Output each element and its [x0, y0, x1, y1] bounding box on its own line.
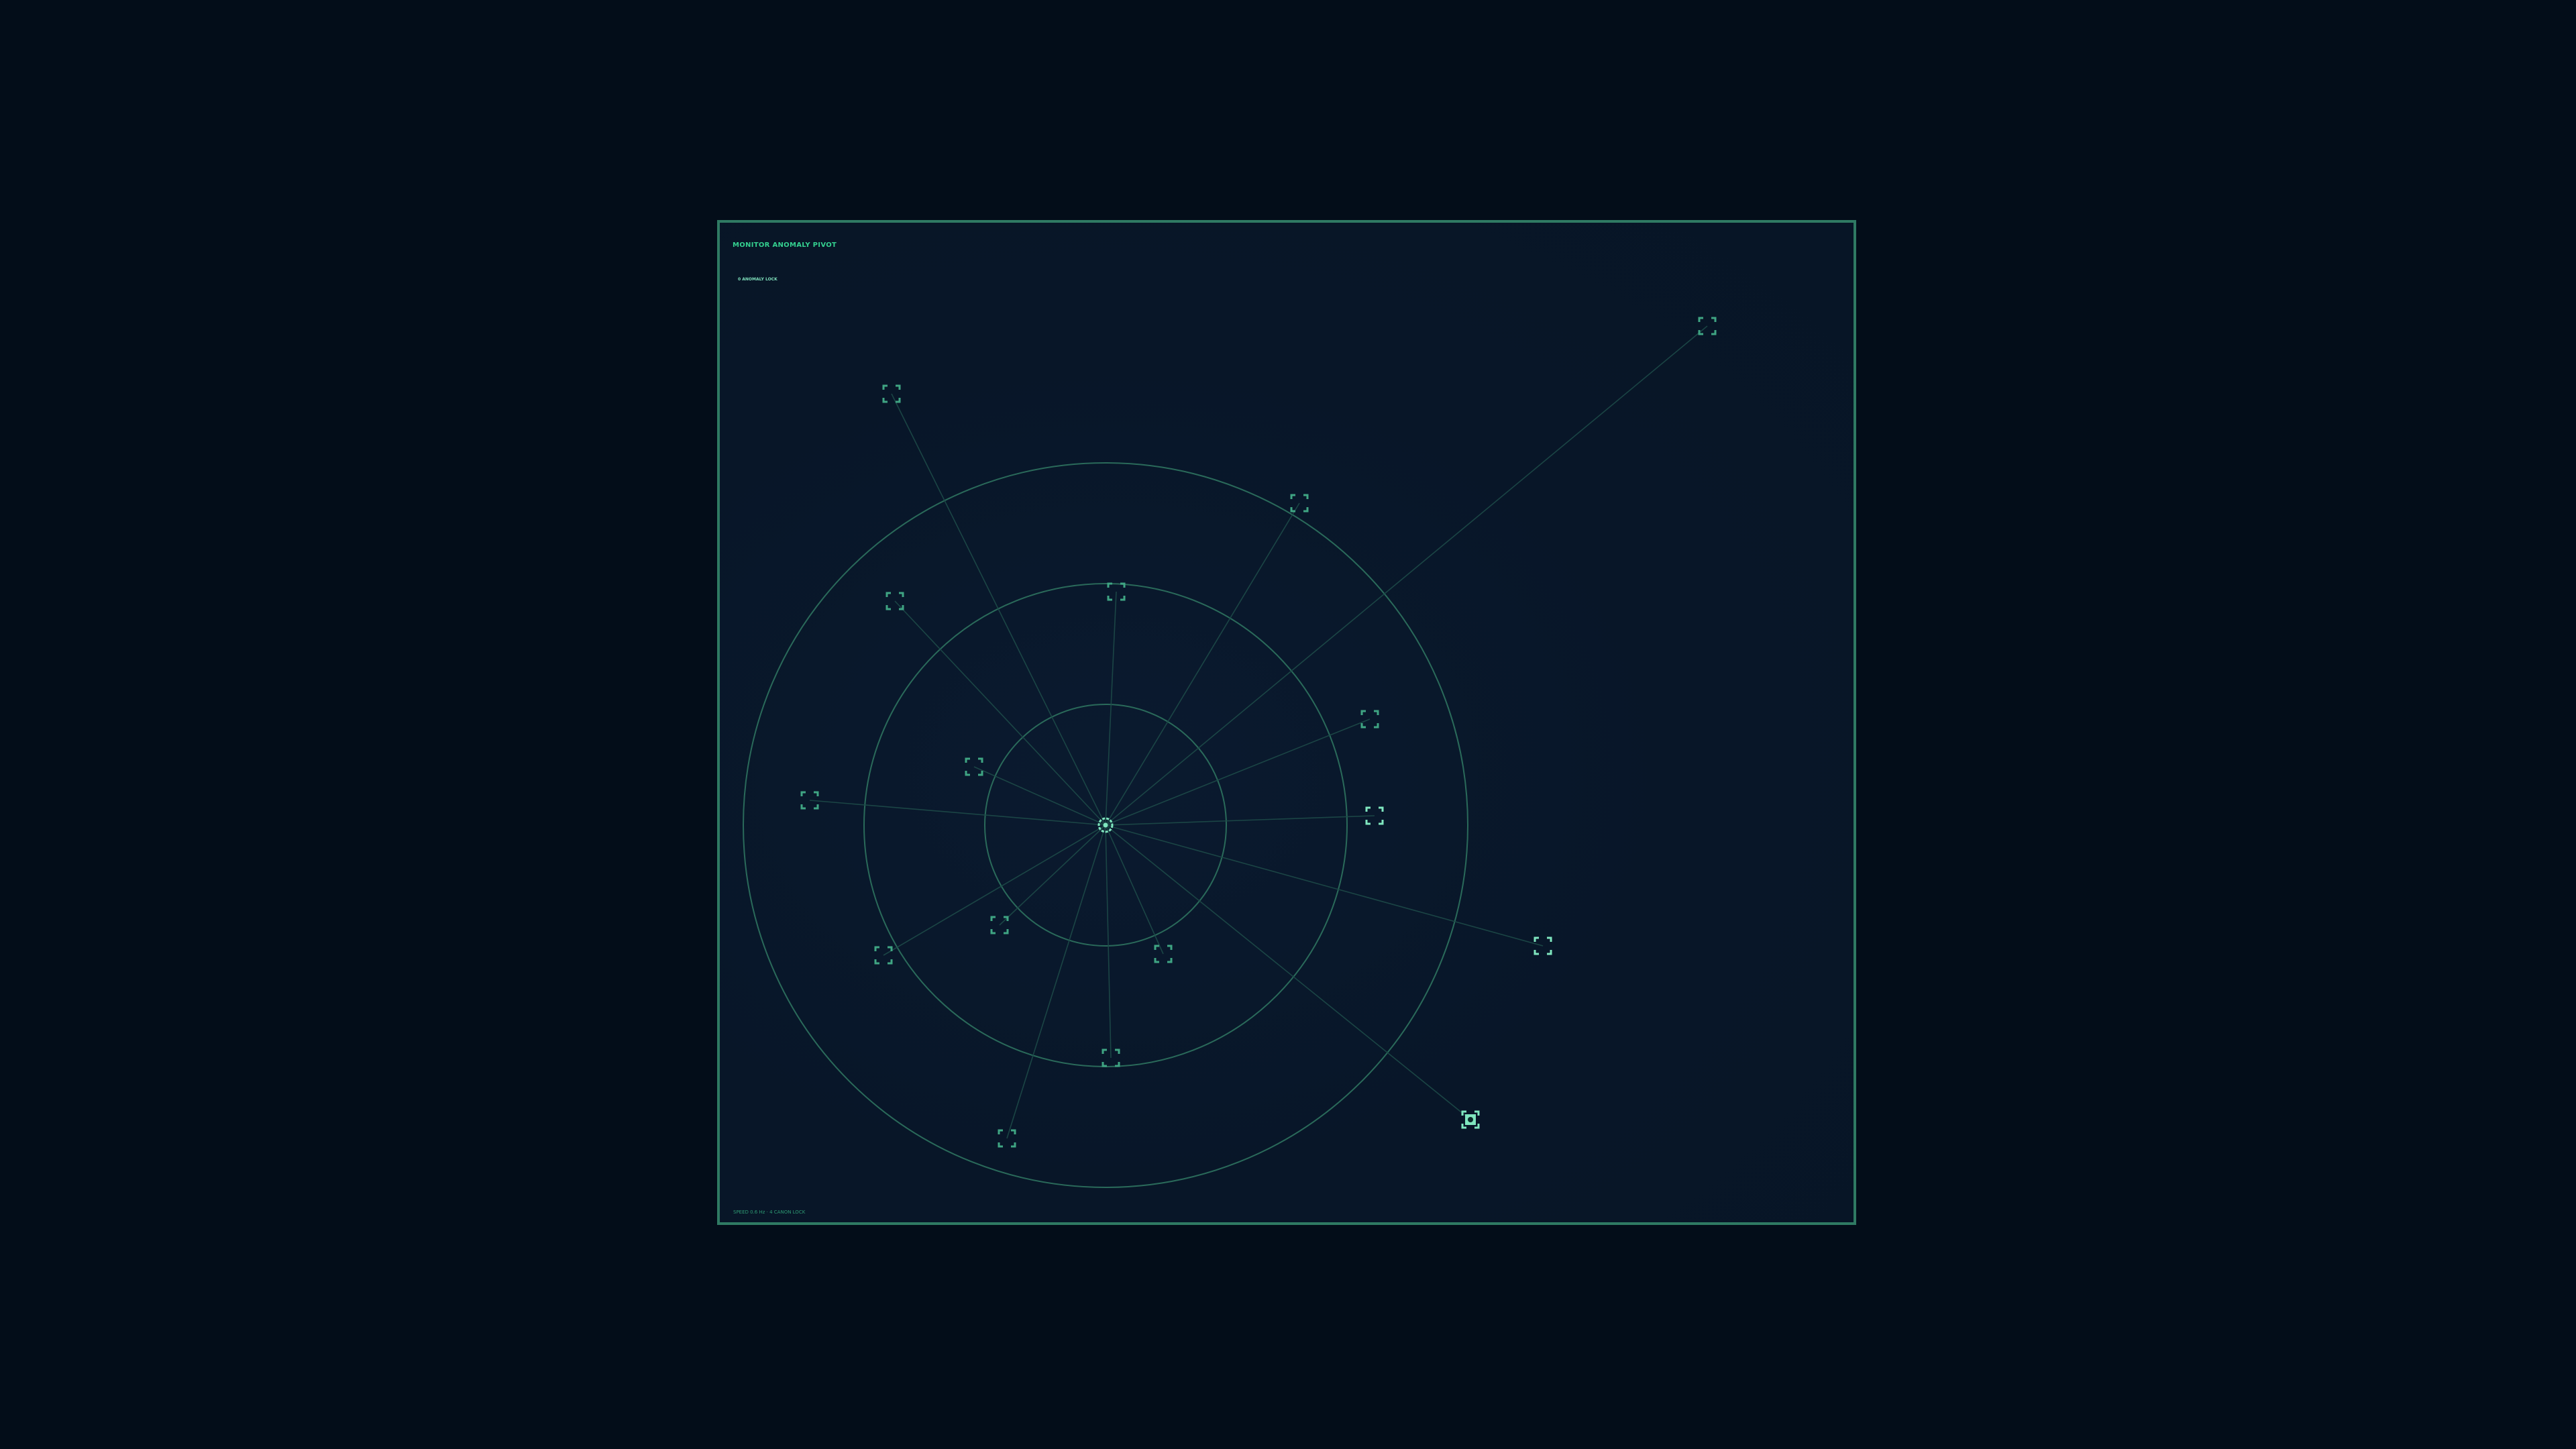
radar-spoke — [1105, 591, 1117, 826]
locked-target-icon[interactable] — [1461, 1110, 1480, 1129]
radar-targets[interactable] — [800, 317, 1717, 1148]
radar-spoke — [883, 824, 1106, 956]
radar-spoke — [891, 393, 1106, 826]
radar-spoke — [973, 766, 1106, 826]
radar-spoke — [1105, 815, 1375, 826]
radar-spoke — [809, 800, 1106, 826]
screen: MONITOR ANOMALY PIVOT 0 ANOMALY LOCK SPE… — [0, 0, 2576, 1449]
radar-spoke — [1105, 824, 1471, 1120]
radar-spoke — [1105, 824, 1164, 955]
radar-display — [743, 317, 1717, 1188]
radar-spoke — [1105, 824, 1112, 1059]
radar-spoke — [1105, 718, 1371, 826]
radar-spoke — [894, 600, 1106, 826]
locked-target-core — [1468, 1117, 1473, 1122]
radar-spoke — [1105, 325, 1708, 826]
pivot-core — [1103, 822, 1108, 828]
radar-spokes — [809, 325, 1708, 1139]
radar-spoke — [1105, 502, 1300, 826]
